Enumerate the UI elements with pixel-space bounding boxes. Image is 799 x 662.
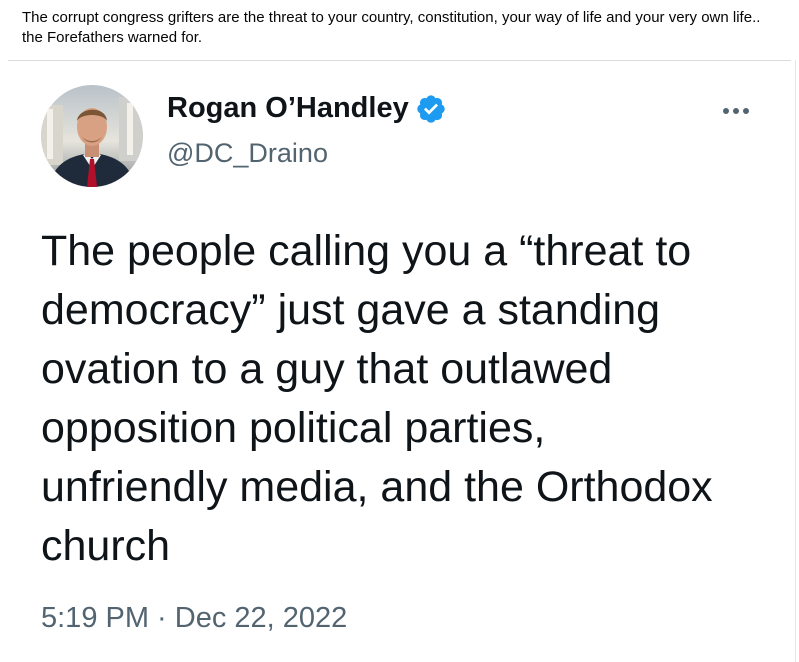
author-handle[interactable]: @DC_Draino xyxy=(167,138,328,169)
tweet-text: The people calling you a “threat to demo… xyxy=(41,227,713,570)
verified-badge-icon xyxy=(417,94,445,123)
author-name-text: Rogan O’Handley xyxy=(167,92,409,124)
post-caption: The corrupt congress grifters are the th… xyxy=(22,9,761,46)
tweet-timestamp[interactable]: 5:19 PM · Dec 22, 2022 xyxy=(41,602,347,635)
more-dot xyxy=(743,108,749,114)
embedded-tweet[interactable]: Rogan O’Handley @DC_Draino The people ca… xyxy=(8,62,791,662)
more-dot xyxy=(723,108,729,114)
divider xyxy=(8,60,791,61)
more-horizontal-icon[interactable] xyxy=(716,96,756,126)
screenshot: The corrupt congress grifters are the th… xyxy=(0,0,799,662)
author-name[interactable]: Rogan O’Handley xyxy=(167,92,447,125)
avatar[interactable] xyxy=(41,85,143,187)
divider xyxy=(795,60,796,662)
more-dot xyxy=(733,108,739,114)
avatar-image xyxy=(41,85,143,187)
